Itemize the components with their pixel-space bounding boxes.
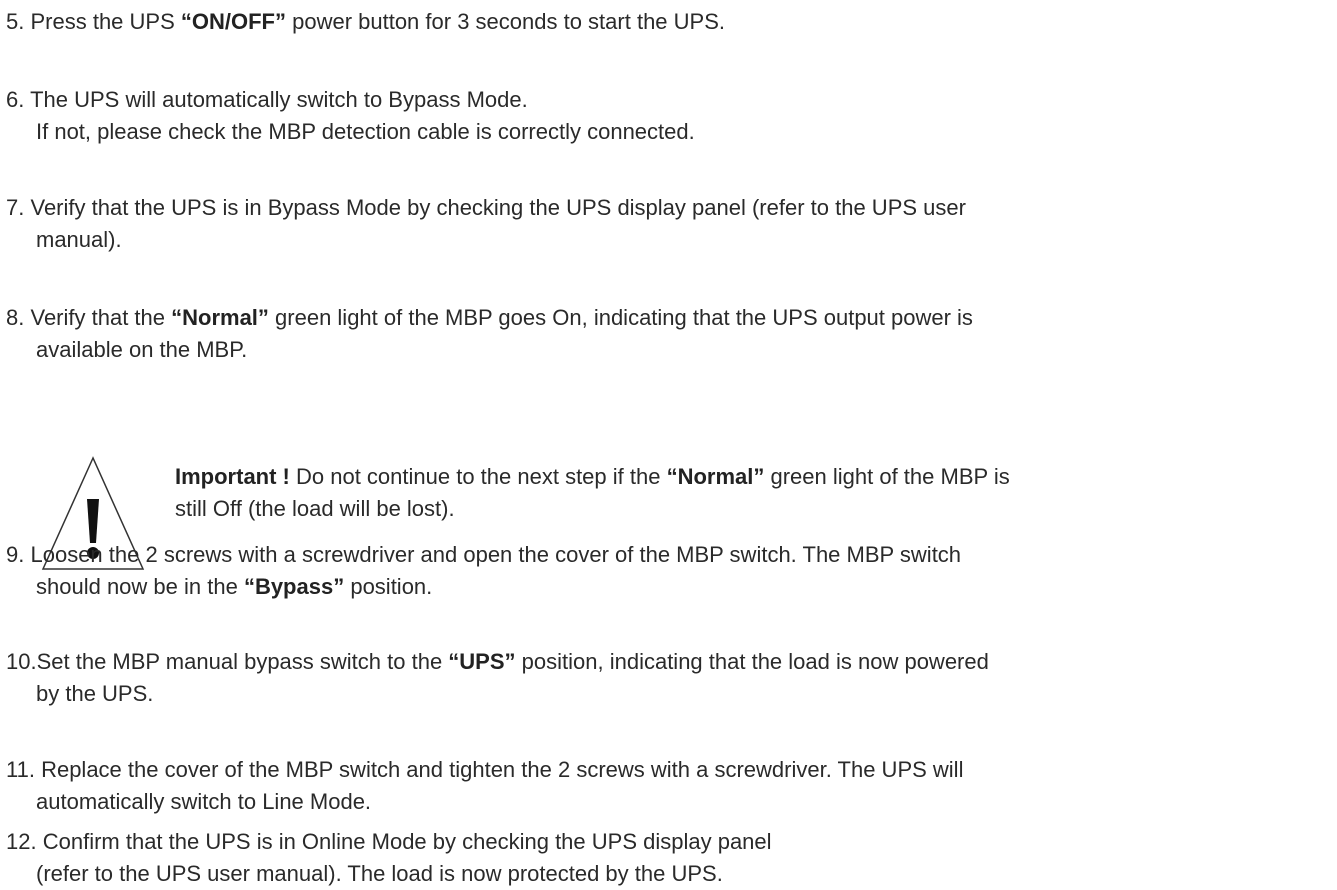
step-emphasis: “Normal”: [171, 305, 269, 330]
step-10: 10.Set the MBP manual bypass switch to t…: [6, 646, 1327, 710]
step-9: 9. Loosen the 2 screws with a screwdrive…: [6, 539, 1327, 603]
step-emphasis: “Bypass”: [243, 574, 345, 599]
step-12: 12. Confirm that the UPS is in Online Mo…: [6, 826, 1327, 890]
step-text: Set the MBP manual bypass switch to the: [36, 649, 449, 674]
step-text: power button for 3 seconds to start the …: [285, 9, 725, 34]
step-text-continuation: (refer to the UPS user manual). The load…: [36, 861, 723, 886]
note-text: Do not continue to the next step if the: [289, 464, 667, 489]
step-number: 10.: [6, 649, 37, 674]
step-text-continuation: automatically switch to Line Mode.: [36, 789, 372, 814]
step-text: position, indicating that the load is no…: [515, 649, 989, 674]
step-text: Verify that the UPS is in Bypass Mode by…: [30, 195, 966, 220]
step-number: 9.: [6, 542, 25, 567]
step-text: green light of the MBP goes On, indicati…: [268, 305, 973, 330]
step-number: 8.: [6, 305, 25, 330]
step-7: 7. Verify that the UPS is in Bypass Mode…: [6, 192, 1327, 256]
step-emphasis: “UPS”: [448, 649, 516, 674]
step-6: 6. The UPS will automatically switch to …: [6, 84, 1327, 148]
step-number: 11.: [6, 757, 35, 782]
step-text: position.: [344, 574, 433, 599]
step-number: 5.: [6, 9, 25, 34]
step-text-continuation: by the UPS.: [36, 681, 154, 706]
step-number: 6.: [6, 87, 25, 112]
note-text: green light of the MBP is: [764, 464, 1010, 489]
step-text: Replace the cover of the MBP switch and …: [41, 757, 964, 782]
step-number: 7.: [6, 195, 25, 220]
step-text: Loosen the 2 screws with a screwdriver a…: [30, 542, 962, 567]
step-text-continuation: If not, please check the MBP detection c…: [36, 119, 695, 144]
important-note: Important ! Do not continue to the next …: [175, 461, 1325, 525]
step-text-continuation: should now be in the “Bypass” position.: [6, 571, 1327, 603]
step-text-continuation: manual).: [36, 227, 122, 252]
step-text: Press the UPS: [30, 9, 181, 34]
step-text: Verify that the: [30, 305, 172, 330]
step-text: The UPS will automatically switch to Byp…: [30, 87, 528, 112]
step-5: 5. Press the UPS “ON/OFF” power button f…: [6, 6, 1327, 38]
step-11: 11. Replace the cover of the MBP switch …: [6, 754, 1327, 818]
step-text-continuation: available on the MBP.: [36, 337, 248, 362]
note-text-continuation: still Off (the load will be lost).: [175, 496, 455, 521]
note-emphasis: “Normal”: [666, 464, 765, 489]
step-number: 12.: [6, 829, 37, 854]
step-8: 8. Verify that the “Normal” green light …: [6, 302, 1327, 366]
step-emphasis: “ON/OFF”: [180, 9, 286, 34]
step-text: should now be in the: [36, 574, 244, 599]
important-label: Important !: [175, 464, 290, 489]
step-text: Confirm that the UPS is in Online Mode b…: [42, 829, 772, 854]
